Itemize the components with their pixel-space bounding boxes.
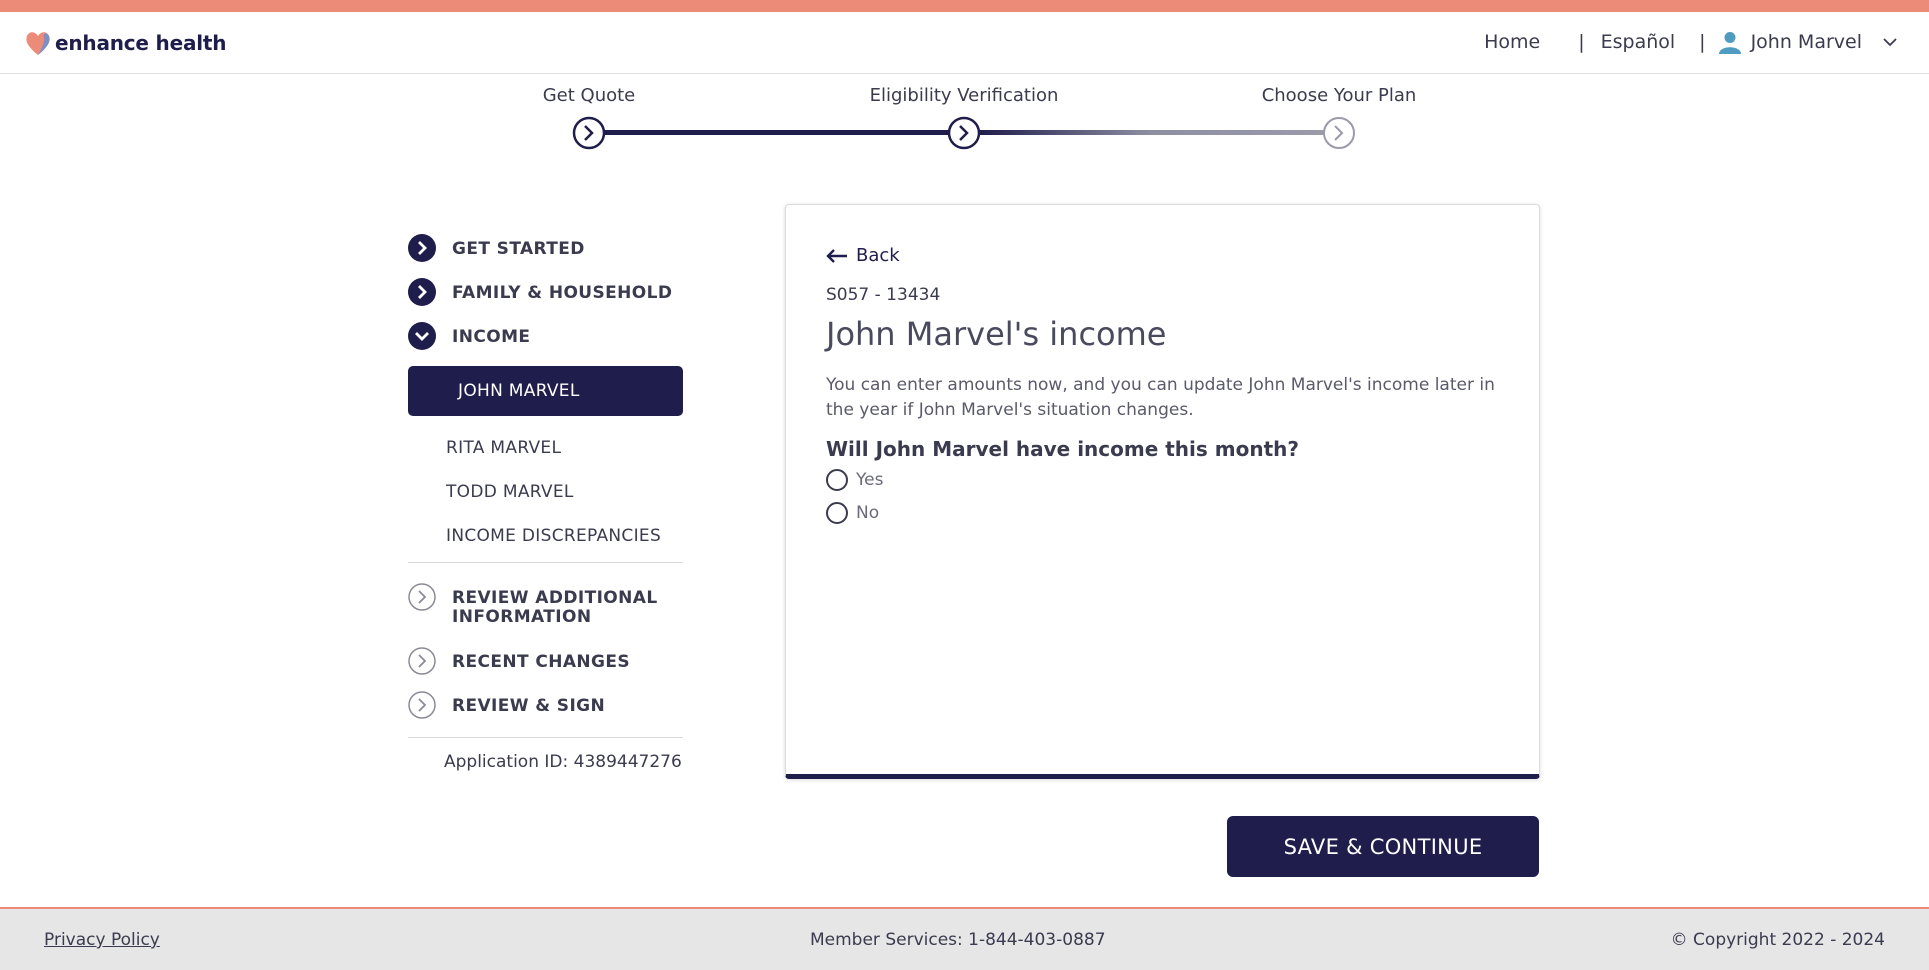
chevron-right-circle-icon [408,278,436,306]
progress-line-pending [979,130,1325,135]
logo[interactable]: enhance health [24,29,227,57]
sidebar-label: GET STARTED [452,239,585,259]
sidebar-label-line: REVIEW ADDITIONAL [452,588,658,608]
sidebar-subitem-john-marvel[interactable]: JOHN MARVEL [408,366,683,416]
sidebar-divider [408,562,683,563]
sidebar-item-recent-changes[interactable]: RECENT CHANGES [408,647,698,691]
member-services: Member Services: 1-844-403-0887 [810,930,1106,950]
radio-label: No [856,503,880,523]
brand-name: enhance health [55,31,227,55]
application-code: S057 - 13434 [826,285,941,305]
step-marker-get-quote[interactable] [572,116,606,150]
sidebar-divider [408,737,683,738]
sidebar-label: REVIEW & SIGN [452,696,606,716]
sidebar-label-line: INFORMATION [452,607,592,627]
page-title: John Marvel's income [826,315,1167,353]
user-menu[interactable]: John Marvel [1718,30,1897,54]
arrow-left-icon [826,248,847,263]
copyright: © Copyright 2022 - 2024 [1670,930,1885,950]
page-description: You can enter amounts now, and you can u… [826,375,1495,420]
application-sidebar: GET STARTED FAMILY & HOUSEHOLD INCOME JO… [408,234,698,772]
header: enhance health Home | Español | John Mar… [0,12,1929,74]
sidebar-subitem-rita-marvel[interactable]: RITA MARVEL [408,426,698,470]
nav-home-link[interactable]: Home [1484,31,1540,53]
income-card: Back S057 - 13434 John Marvel's income Y… [785,204,1540,779]
top-accent-stripe [0,0,1929,12]
nav-separator: | [1578,31,1585,53]
user-icon [1718,32,1741,54]
chevron-right-circle-outline-icon [408,583,436,611]
sidebar-label: INCOME [452,327,531,347]
progress-line-complete [604,130,950,135]
radio-option-no[interactable]: No [826,502,879,524]
chevron-right-circle-outline-icon [408,691,436,719]
sidebar-item-income[interactable]: INCOME [408,322,698,366]
sidebar-subitem-todd-marvel[interactable]: TODD MARVEL [408,470,698,514]
radio-button[interactable] [826,469,848,491]
application-id: Application ID: 4389447276 [444,752,682,772]
sidebar-item-review-sign[interactable]: REVIEW & SIGN [408,691,698,735]
privacy-policy-link[interactable]: Privacy Policy [44,930,160,950]
radio-label: Yes [856,470,884,490]
user-name: John Marvel [1750,31,1862,53]
progress-stepper: Get Quote Eligibility Verification Choos… [0,74,1929,164]
sidebar-item-review-additional[interactable]: REVIEW ADDITIONAL INFORMATION [408,583,698,647]
save-continue-button[interactable]: SAVE & CONTINUE [1227,816,1539,877]
back-label: Back [856,245,900,266]
income-question: Will John Marvel have income this month? [826,437,1299,461]
progress-track [572,116,1355,150]
chevron-right-circle-outline-icon [408,647,436,675]
sidebar-label: REVIEW ADDITIONAL INFORMATION [452,583,658,627]
back-link[interactable]: Back [826,245,900,266]
nav-separator: | [1699,31,1706,53]
heart-logo-icon [26,32,50,55]
radio-option-yes[interactable]: Yes [826,469,883,491]
sidebar-item-family-household[interactable]: FAMILY & HOUSEHOLD [408,278,698,322]
sidebar-subitem-income-discrepancies[interactable]: INCOME DISCREPANCIES [408,514,698,558]
chevron-right-circle-icon [408,234,436,262]
top-nav: Home | Español | John Marvel [1484,30,1897,54]
footer: Privacy Policy Member Services: 1-844-40… [0,907,1929,970]
step-marker-eligibility[interactable] [947,116,981,150]
step-marker-choose-plan[interactable] [1323,117,1355,149]
radio-button[interactable] [826,502,848,524]
nav-language-link[interactable]: Español [1601,31,1676,53]
sidebar-label: RECENT CHANGES [452,652,631,672]
sidebar-item-get-started[interactable]: GET STARTED [408,234,698,278]
chevron-down-circle-icon [408,322,436,350]
sidebar-label: FAMILY & HOUSEHOLD [452,283,673,303]
chevron-down-icon [1883,38,1897,47]
